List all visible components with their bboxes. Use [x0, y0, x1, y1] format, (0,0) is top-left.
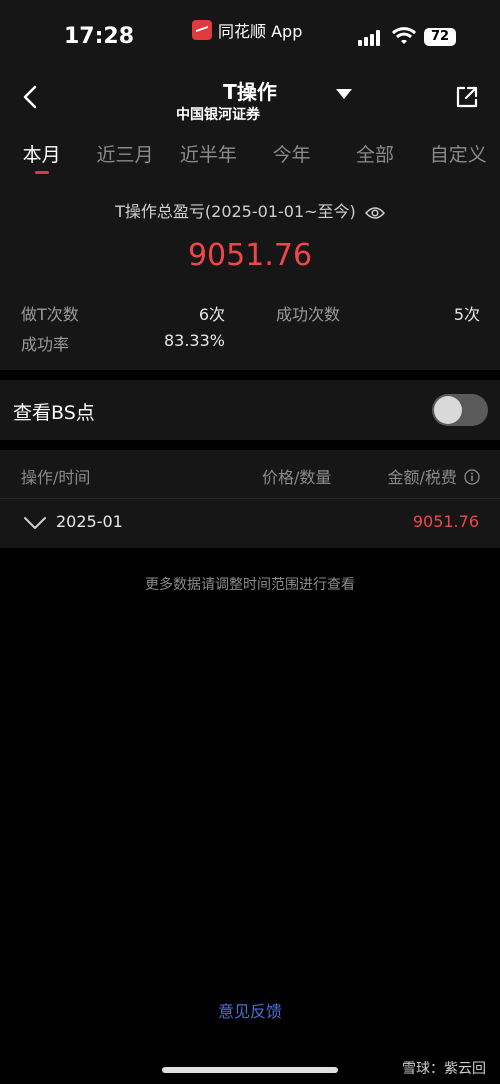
header-op-time: 操作/时间 [21, 468, 91, 487]
wifi-icon [392, 27, 416, 44]
bs-points-row: 查看BS点 [0, 380, 500, 440]
chevron-down-icon[interactable] [24, 516, 46, 530]
status-bar: 17:28 同花顺 App 72 [0, 0, 500, 70]
tab-all[interactable]: 全部 [333, 125, 416, 180]
bs-points-toggle[interactable] [432, 394, 488, 426]
nav-bar: T操作 中国银河证券 [0, 70, 500, 125]
home-indicator[interactable] [162, 1067, 338, 1073]
share-icon[interactable] [454, 84, 480, 110]
header-amount-fee: 金额/税费 [387, 468, 457, 487]
total-pnl-value: 9051.76 [187, 238, 313, 273]
success-rate-label: 成功率 [21, 335, 70, 354]
app-logo-icon [192, 20, 212, 40]
battery-icon: 72 [424, 28, 456, 46]
bs-points-label: 查看BS点 [13, 402, 95, 424]
broker-name[interactable]: 中国银河证券 [176, 104, 260, 124]
tab-three-months[interactable]: 近三月 [83, 125, 166, 180]
app-name: 同花顺 App [218, 22, 303, 41]
more-data-hint: 更多数据请调整时间范围进行查看 [145, 577, 355, 593]
tab-this-year[interactable]: 今年 [250, 125, 333, 180]
row-amount: 9051.76 [412, 512, 479, 531]
cellular-signal-icon [358, 30, 384, 46]
divider [0, 498, 500, 499]
trades-table: 操作/时间 价格/数量 金额/税费 2025-01 9051.76 [0, 450, 500, 548]
tab-this-month[interactable]: 本月 [0, 125, 83, 180]
info-icon[interactable] [464, 469, 480, 485]
t-count-label: 做T次数 [21, 305, 79, 324]
success-count-label: 成功次数 [276, 305, 341, 324]
toggle-knob [434, 396, 462, 424]
header-price-qty: 价格/数量 [262, 468, 332, 487]
summary-card: T操作总盈亏(2025-01-01~至今) 9051.76 做T次数 6次 成功… [0, 180, 500, 370]
app-badge[interactable]: 同花顺 App [192, 18, 302, 42]
t-count-value: 6次 [198, 305, 225, 324]
watermark: 雪球：紫云回 [402, 1061, 486, 1077]
caret-down-icon[interactable] [335, 88, 353, 100]
row-month[interactable]: 2025-01 [56, 512, 123, 531]
success-count-value: 5次 [453, 305, 480, 324]
eye-icon[interactable] [364, 206, 385, 220]
tab-half-year[interactable]: 近半年 [167, 125, 250, 180]
tab-custom[interactable]: 自定义 [417, 125, 500, 180]
total-pnl-label: T操作总盈亏(2025-01-01~至今) [115, 202, 356, 221]
success-rate-value: 83.33% [163, 331, 225, 350]
status-time: 17:28 [64, 24, 135, 49]
period-tabs: 本月 近三月 近半年 今年 全部 自定义 [0, 125, 500, 180]
page-title: T操作 [223, 80, 277, 104]
feedback-link[interactable]: 意见反馈 [0, 998, 500, 1022]
